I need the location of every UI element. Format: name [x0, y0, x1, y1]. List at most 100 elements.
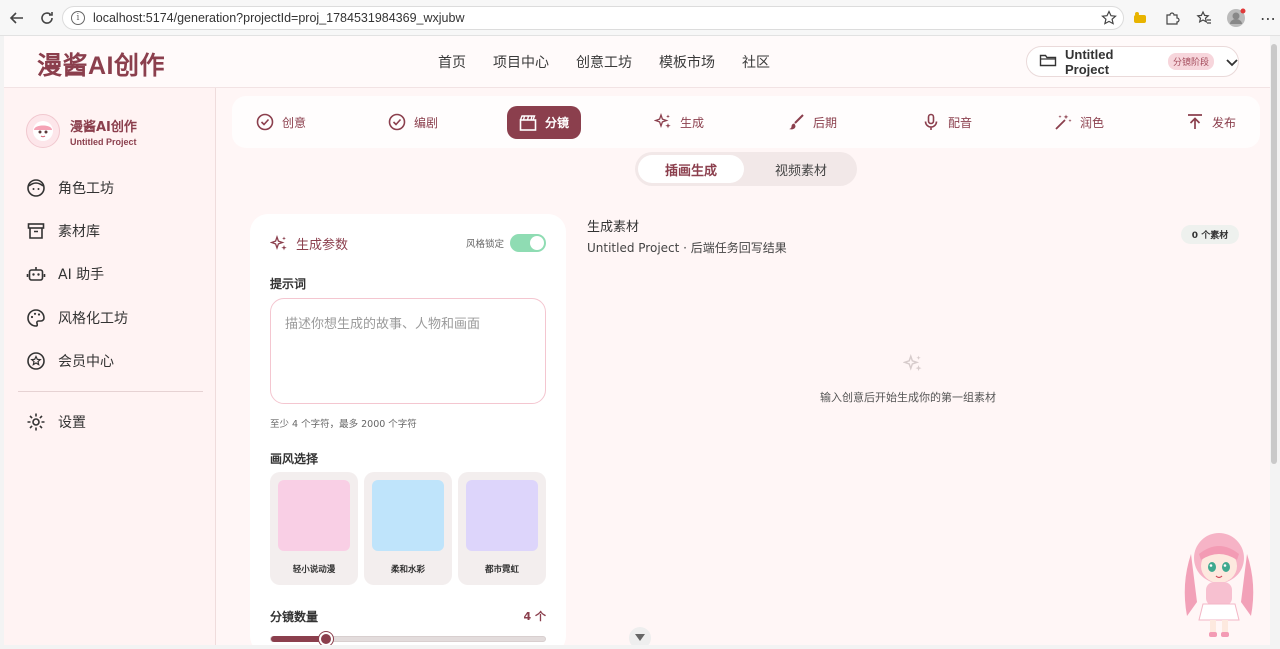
menu-template-market[interactable]: 模板市场 — [659, 52, 715, 72]
project-name: Untitled Project — [1065, 46, 1114, 77]
brush-icon — [789, 114, 804, 130]
style-select-label: 画风选择 — [270, 452, 319, 466]
style-swatch — [466, 480, 538, 551]
main-menu: 首页 项目中心 创意工坊 模板市场 社区 — [438, 52, 770, 72]
sidebar: 漫酱AI创作 Untitled Project 角色工坊 素材库 AI 助手 风… — [4, 88, 216, 645]
face-icon — [27, 179, 45, 197]
reload-icon[interactable] — [33, 4, 61, 32]
sidebar-item-membership[interactable]: 会员中心 — [26, 349, 114, 373]
style-lock-label: 风格锁定 — [465, 239, 504, 250]
mascot-character-image[interactable] — [1179, 524, 1259, 640]
panel-title-text: 生成参数 — [296, 238, 349, 253]
storyboard-count-slider[interactable] — [270, 632, 546, 645]
step-script[interactable]: 编剧 — [388, 112, 438, 132]
sidebar-item-ai-assistant[interactable]: AI 助手 — [26, 262, 104, 286]
check-circle-icon — [256, 113, 274, 131]
style-name: 轻小说动漫 — [292, 565, 336, 575]
clapperboard-icon — [519, 114, 537, 131]
style-options: 轻小说动漫 柔和水彩 都市霓虹 — [270, 472, 546, 585]
star-circle-icon — [27, 352, 45, 370]
sidebar-item-settings[interactable]: 设置 — [26, 410, 86, 434]
gear-icon — [27, 413, 45, 431]
materials-count-badge: 0 个素材 — [1181, 225, 1239, 244]
tab-illustration[interactable]: 插画生成 — [638, 155, 744, 183]
project-stage-badge: 分镜阶段 — [1168, 53, 1215, 70]
sparkles-icon — [270, 234, 287, 250]
site-info-icon[interactable]: i — [71, 11, 85, 25]
content-tabs: 插画生成 视频素材 — [635, 152, 857, 186]
palette-icon — [27, 309, 45, 327]
step-polish[interactable]: 润色 — [1054, 112, 1104, 132]
sidebar-item-character-workshop[interactable]: 角色工坊 — [26, 176, 114, 200]
puzzle-icon[interactable] — [1160, 6, 1184, 30]
storyboard-count-value: 4 个 — [523, 610, 546, 623]
style-swatch — [278, 480, 350, 551]
sparkles-icon — [654, 113, 671, 129]
step-publish[interactable]: 发布 — [1186, 112, 1236, 132]
step-label: 生成 — [680, 115, 705, 130]
app-root: 漫酱AI创作 首页 项目中心 创意工坊 模板市场 社区 Untitled Pro… — [4, 36, 1270, 645]
step-label: 发布 — [1212, 115, 1237, 130]
step-post[interactable]: 后期 — [787, 112, 837, 132]
slider-handle[interactable] — [318, 632, 333, 645]
panel-title: 生成参数 — [270, 234, 348, 253]
scroll-down-button[interactable] — [629, 627, 651, 645]
project-switcher[interactable]: Untitled Project 分镜阶段 — [1026, 46, 1239, 77]
workflow-steps: 创意 编剧 分镜 生成 后期 配音 润色 发布 — [232, 96, 1260, 148]
generation-params-panel: 生成参数 风格锁定 提示词 描述你想生成的故事、人物和画面 至少 4 个字符，最… — [250, 214, 566, 645]
sidebar-item-label: 角色工坊 — [58, 181, 114, 197]
sidebar-item-label: 会员中心 — [58, 354, 114, 370]
app-logo[interactable]: 漫酱AI创作 — [37, 46, 165, 82]
sidebar-brand[interactable]: 漫酱AI创作 Untitled Project — [26, 114, 137, 148]
profile-avatar-icon[interactable] — [1224, 6, 1248, 30]
tab-video-assets[interactable]: 视频素材 — [748, 155, 854, 183]
archive-icon — [27, 223, 45, 239]
page-scrollbar-thumb[interactable] — [1271, 44, 1277, 464]
sidebar-item-label: 素材库 — [58, 224, 100, 240]
menu-home[interactable]: 首页 — [438, 52, 466, 72]
step-label: 编剧 — [414, 115, 439, 130]
more-menu-icon[interactable]: ⋯ — [1256, 6, 1280, 30]
style-swatch — [372, 480, 444, 551]
url-text: localhost:5174/generation?projectId=proj… — [93, 11, 465, 25]
menu-creative-workshop[interactable]: 创意工坊 — [576, 52, 632, 72]
address-bar[interactable]: i localhost:5174/generation?projectId=pr… — [62, 6, 1124, 30]
style-lock: 风格锁定 — [466, 234, 546, 252]
sidebar-item-asset-library[interactable]: 素材库 — [26, 219, 100, 243]
step-label: 配音 — [948, 115, 973, 130]
chevron-down-icon — [635, 634, 645, 641]
menu-projects[interactable]: 项目中心 — [493, 52, 549, 72]
prompt-label: 提示词 — [270, 277, 307, 291]
empty-state-text: 输入创意后开始生成你的第一组素材 — [820, 391, 996, 404]
bookmark-star-icon[interactable] — [1101, 10, 1117, 30]
step-label: 分镜 — [545, 116, 570, 130]
style-option-light-novel[interactable]: 轻小说动漫 — [270, 472, 358, 585]
sidebar-item-style-workshop[interactable]: 风格化工坊 — [26, 306, 128, 330]
favorites-icon[interactable] — [1192, 6, 1216, 30]
sidebar-item-label: 设置 — [58, 415, 86, 431]
menu-community[interactable]: 社区 — [742, 52, 770, 72]
step-voice[interactable]: 配音 — [922, 112, 972, 132]
mic-icon — [924, 113, 938, 130]
sidebar-item-label: 风格化工坊 — [58, 311, 128, 327]
extension-icon[interactable] — [1128, 6, 1152, 30]
top-nav: 漫酱AI创作 首页 项目中心 创意工坊 模板市场 社区 Untitled Pro… — [4, 36, 1270, 88]
chevron-down-icon — [1226, 52, 1238, 71]
prompt-textarea[interactable]: 描述你想生成的故事、人物和画面 — [270, 298, 546, 404]
browser-toolbar: i localhost:5174/generation?projectId=pr… — [0, 0, 1280, 36]
sidebar-divider — [18, 391, 203, 392]
step-label: 创意 — [282, 115, 307, 130]
style-name: 都市霓虹 — [484, 565, 519, 575]
step-label: 润色 — [1080, 115, 1105, 130]
materials-title: 生成素材 — [587, 220, 640, 235]
style-lock-toggle[interactable] — [510, 234, 546, 252]
step-generate[interactable]: 生成 — [654, 112, 704, 132]
sidebar-brand-subtitle: Untitled Project — [70, 136, 137, 147]
check-circle-icon — [388, 113, 406, 131]
style-option-neon[interactable]: 都市霓虹 — [458, 472, 546, 585]
style-option-watercolor[interactable]: 柔和水彩 — [364, 472, 452, 585]
step-storyboard[interactable]: 分镜 — [507, 106, 582, 139]
materials-subtitle: Untitled Project · 后端任务回写结果 — [587, 241, 787, 255]
back-icon[interactable] — [3, 4, 31, 32]
step-idea[interactable]: 创意 — [256, 112, 306, 132]
